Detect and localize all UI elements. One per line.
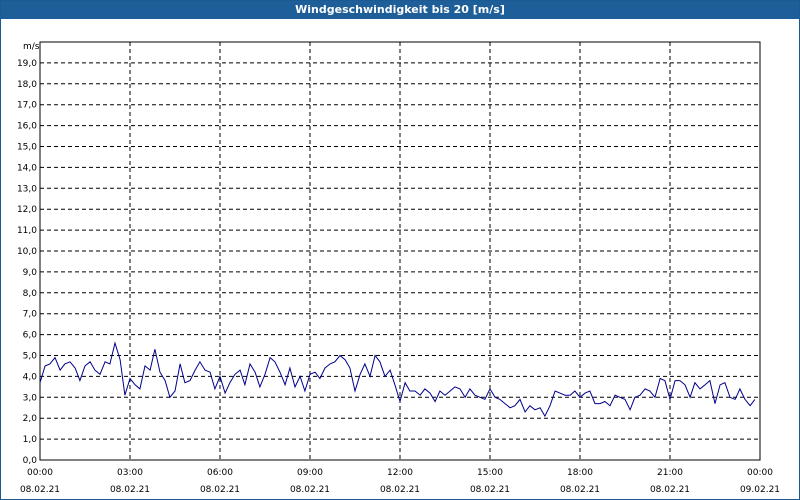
series-group — [39, 341, 756, 418]
x-tick-time-label: 06:00 — [207, 468, 233, 478]
y-tick-label: 9,0 — [23, 268, 38, 278]
y-unit-label: m/s — [23, 42, 40, 52]
x-tick-date-label: 08.02.21 — [200, 485, 240, 495]
x-tick-date-label: 08.02.21 — [470, 485, 510, 495]
y-tick-label: 6,0 — [23, 331, 38, 341]
x-tick-time-label: 03:00 — [117, 468, 143, 478]
x-tick-date-label: 08.02.21 — [20, 485, 60, 495]
y-tick-label: 19,0 — [17, 59, 37, 69]
window-title: Windgeschwindigkeit bis 20 [m/s] — [1, 1, 799, 19]
y-tick-label: 8,0 — [23, 289, 38, 299]
y-tick-label: 1,0 — [23, 435, 38, 445]
y-tick-label: 0,0 — [23, 456, 38, 466]
y-tick-label: 14,0 — [17, 163, 37, 173]
x-tick-date-label: 08.02.21 — [650, 485, 690, 495]
y-tick-label: 5,0 — [23, 352, 38, 362]
x-tick-time-label: 12:00 — [387, 468, 413, 478]
x-tick-time-label: 09:00 — [297, 468, 323, 478]
y-tick-label: 11,0 — [17, 226, 37, 236]
x-tick-date-label: 08.02.21 — [110, 485, 150, 495]
x-tick-date-label: 09.02.21 — [740, 485, 780, 495]
x-tick-date-label: 08.02.21 — [290, 485, 330, 495]
y-tick-label: 13,0 — [17, 184, 37, 194]
x-tick-date-label: 08.02.21 — [380, 485, 420, 495]
y-tick-label: 15,0 — [17, 143, 37, 153]
y-tick-label: 3,0 — [23, 393, 38, 403]
x-tick-date-label: 08.02.21 — [560, 485, 600, 495]
chart-window: Windgeschwindigkeit bis 20 [m/s] m/s 0,0… — [0, 0, 800, 500]
x-tick-time-label: 15:00 — [477, 468, 503, 478]
y-tick-label: 16,0 — [17, 122, 37, 132]
y-tick-label: 18,0 — [17, 80, 37, 90]
y-tick-label: 17,0 — [17, 101, 37, 111]
series-line — [39, 341, 756, 418]
y-tick-label: 2,0 — [23, 414, 38, 424]
y-tick-labels: 0,0 1,0 2,0 3,0 4,0 5,0 6,0 7,0 8,0 9,0 10,0 11,0 12… — [17, 59, 37, 466]
grid-lines — [40, 42, 760, 460]
y-tick-label: 10,0 — [17, 247, 37, 257]
x-tick-time-label: 21:00 — [657, 468, 683, 478]
y-tick-label: 4,0 — [23, 372, 38, 382]
x-tick-time-label: 18:00 — [567, 468, 593, 478]
x-tick-time-label: 00:00 — [747, 468, 773, 478]
y-tick-label: 7,0 — [23, 310, 38, 320]
x-tick-time-label: 00:00 — [27, 468, 53, 478]
wind-speed-chart: m/s 0,0 1,0 2,0 3,0 4,0 5,0 6,0 7,0 8,0 9,0 10,0 11… — [17, 41, 780, 495]
y-tick-label: 12,0 — [17, 205, 37, 215]
x-tick-labels: 00:00 08.02.21 03:00 08.02.21 06:00 08.02.21 0… — [20, 468, 780, 495]
